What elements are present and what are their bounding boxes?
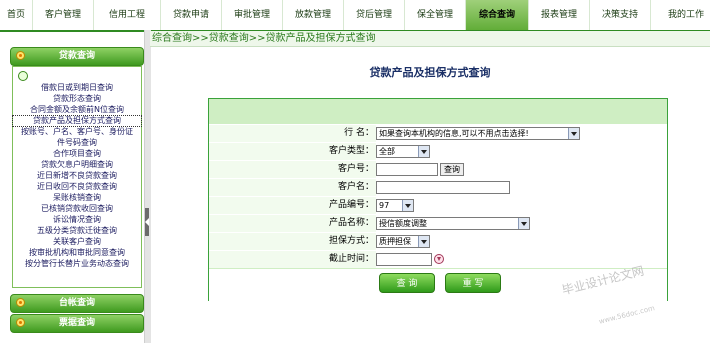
- sidebar-section-label: 票据查询: [58, 318, 95, 328]
- row-value: 97: [376, 197, 667, 214]
- nav-decision[interactable]: 决策支持: [590, 0, 651, 30]
- customer-type-select[interactable]: 全部: [376, 145, 430, 158]
- query-button[interactable]: 查 询: [379, 273, 435, 293]
- nav-home[interactable]: 首页: [0, 0, 33, 30]
- form-row-guarantee: 担保方式： 质押担保: [209, 232, 667, 250]
- nav-post-loan[interactable]: 贷后管理: [344, 0, 405, 30]
- bullet-icon: [16, 318, 25, 327]
- sidebar-link[interactable]: 按审批机构和审批同意查询: [13, 248, 141, 258]
- sidebar-section-label: 贷款查询: [58, 51, 95, 61]
- bullet-icon: [16, 51, 25, 60]
- sidebar-link[interactable]: 按账号、户名、客户号、身份证: [13, 127, 141, 137]
- sidebar-link[interactable]: 贷款形态查询: [13, 94, 141, 104]
- customer-type-value: 全部: [379, 147, 395, 156]
- sidebar-section-loan-query[interactable]: 贷款查询: [10, 47, 144, 66]
- chevron-down-icon: [418, 146, 429, 157]
- collapse-arrow-icon[interactable]: [145, 208, 149, 236]
- customer-type-label: 客户类型：: [328, 146, 374, 156]
- nav-preservation[interactable]: 保全管理: [405, 0, 466, 30]
- product-code-select[interactable]: 97: [376, 199, 414, 212]
- form-row-deadline: 截止时间：: [209, 250, 667, 268]
- guarantee-label: 担保方式：: [328, 236, 374, 246]
- sidebar-link[interactable]: 件号码查询: [13, 138, 141, 148]
- row-value: 质押担保: [376, 233, 667, 250]
- sidebar-link[interactable]: 已核销贷款收回查询: [13, 204, 141, 214]
- row-value: 查询: [376, 161, 667, 178]
- form-row-product-code: 产品编号： 97: [209, 196, 667, 214]
- form-row-customer-type: 客户类型： 全部: [209, 142, 667, 160]
- watermark-url: www.56doc.com: [598, 304, 656, 326]
- nav-approval[interactable]: 审批管理: [222, 0, 283, 30]
- product-code-value: 97: [379, 201, 390, 210]
- nav-disbursement[interactable]: 放款管理: [283, 0, 344, 30]
- sidebar-link[interactable]: 合作项目查询: [13, 149, 141, 159]
- sidebar-section-label: 台帐查询: [58, 298, 95, 308]
- sidebar-link[interactable]: 按分管行长替片业务动态查询: [13, 259, 141, 269]
- circle-icon: [18, 71, 28, 81]
- product-name-value: 授信额度调整: [379, 219, 427, 228]
- form-header: [209, 99, 667, 124]
- form-row-branch: 行 名： 如果查询本机构的信息,可以不用点击选择!: [209, 124, 667, 142]
- nav-my-work[interactable]: 我的工作: [651, 0, 710, 30]
- nav-reports[interactable]: 报表管理: [529, 0, 590, 30]
- product-name-label: 产品名称：: [328, 218, 374, 228]
- breadcrumb: 综合查询>>贷款查询>>贷款产品及担保方式查询: [150, 31, 710, 47]
- nav-credit[interactable]: 信用工程: [94, 0, 161, 30]
- sidebar-link[interactable]: 五级分类贷款迁徙查询: [13, 226, 141, 236]
- chevron-down-icon: [568, 128, 579, 139]
- sidebar-link[interactable]: 近日收回不良贷款查询: [13, 182, 141, 192]
- nav-customer[interactable]: 客户管理: [33, 0, 94, 30]
- form-row-product-name: 产品名称： 授信额度调整: [209, 214, 667, 232]
- sidebar-link[interactable]: 诉讼情况查询: [13, 215, 141, 225]
- customer-name-label: 客户名：: [337, 182, 374, 192]
- customer-name-input[interactable]: [376, 181, 510, 194]
- reset-button[interactable]: 重 写: [445, 273, 501, 293]
- nav-comprehensive-query[interactable]: 综合查询: [466, 0, 529, 30]
- sidebar-link-selected[interactable]: 贷款产品及担保方式查询: [12, 115, 142, 127]
- branch-label: 行 名：: [344, 128, 374, 138]
- chevron-down-icon: [402, 200, 413, 211]
- customer-lookup-button[interactable]: 查询: [440, 163, 464, 176]
- row-value: [376, 179, 667, 196]
- guarantee-value: 质押担保: [379, 237, 411, 246]
- product-code-label: 产品编号：: [328, 200, 374, 210]
- row-value: 如果查询本机构的信息,可以不用点击选择!: [376, 125, 667, 142]
- customer-no-input[interactable]: [376, 163, 438, 176]
- sidebar-link[interactable]: 贷款欠息户明细查询: [13, 160, 141, 170]
- row-value: 全部: [376, 143, 667, 160]
- sidebar-link[interactable]: 借款日或到期日查询: [13, 83, 141, 93]
- sidebar-section-ledger-query[interactable]: 台帐查询: [10, 294, 144, 313]
- top-nav: 首页 客户管理 信用工程 贷款申请 审批管理 放款管理 贷后管理 保全管理 综合…: [0, 0, 710, 32]
- sidebar-link[interactable]: 呆账核销查询: [13, 193, 141, 203]
- page-title: 贷款产品及担保方式查询: [369, 66, 491, 79]
- deadline-input[interactable]: [376, 253, 432, 266]
- sidebar-link[interactable]: 合同金额及余额前N位查询: [13, 105, 141, 115]
- deadline-label: 截止时间：: [328, 254, 374, 264]
- row-value: 授信额度调整: [376, 215, 667, 232]
- sidebar-link-panel: 借款日或到期日查询 贷款形态查询 合同金额及余额前N位查询 贷款产品及担保方式查…: [12, 66, 142, 288]
- sidebar-link[interactable]: 近日新增不良贷款查询: [13, 171, 141, 181]
- nav-loan-apply[interactable]: 贷款申请: [161, 0, 222, 30]
- guarantee-select[interactable]: 质押担保: [376, 235, 430, 248]
- calendar-icon[interactable]: [434, 254, 444, 264]
- product-name-select[interactable]: 授信额度调整: [376, 217, 530, 230]
- chevron-down-icon: [518, 218, 529, 229]
- sidebar-section-bill-query[interactable]: 票据查询: [10, 314, 144, 333]
- chevron-down-icon: [418, 236, 429, 247]
- bullet-icon: [16, 298, 25, 307]
- branch-select[interactable]: 如果查询本机构的信息,可以不用点击选择!: [376, 127, 580, 140]
- query-form: 行 名： 如果查询本机构的信息,可以不用点击选择! 客户类型： 全部 客户号： …: [208, 98, 668, 301]
- branch-select-value: 如果查询本机构的信息,可以不用点击选择!: [379, 129, 529, 138]
- form-row-customer-no: 客户号： 查询: [209, 160, 667, 178]
- form-row-customer-name: 客户名：: [209, 178, 667, 196]
- customer-no-label: 客户号：: [337, 164, 374, 174]
- sidebar-link[interactable]: 关联客户查询: [13, 237, 141, 247]
